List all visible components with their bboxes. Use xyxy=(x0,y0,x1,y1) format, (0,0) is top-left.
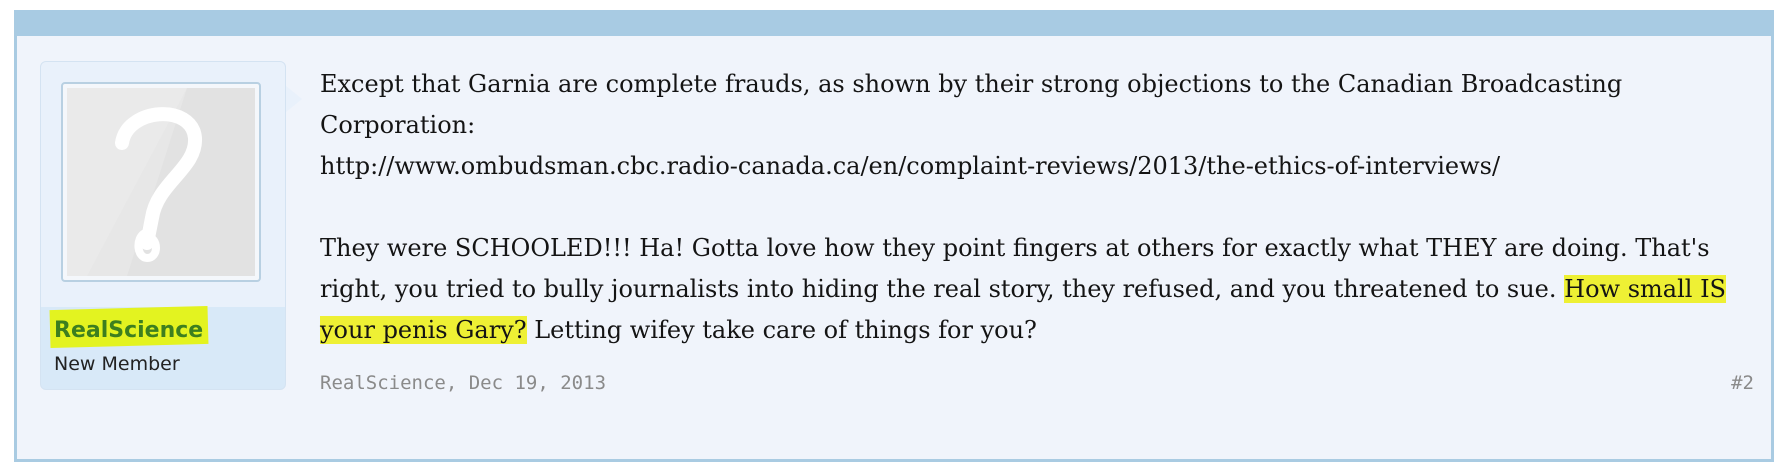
question-mark-avatar-icon xyxy=(67,88,255,276)
user-title: New Member xyxy=(54,353,180,375)
meta-author-link[interactable]: RealScience xyxy=(320,372,446,394)
message-body: Except that Garnia are complete frauds, … xyxy=(320,64,1740,351)
meta-separator: , xyxy=(445,372,469,394)
post-number-link[interactable]: #2 xyxy=(1731,372,1754,394)
username-link[interactable]: RealScience xyxy=(54,318,203,343)
avatar[interactable] xyxy=(61,82,261,282)
message-url[interactable]: http://www.ombudsman.cbc.radio-canada.ca… xyxy=(320,146,1740,187)
meta-date-link[interactable]: Dec 19, 2013 xyxy=(469,372,606,394)
message-para2-text: They were SCHOOLED!!! Ha! Gotta love how… xyxy=(320,234,1710,303)
message-paragraph-2: They were SCHOOLED!!! Ha! Gotta love how… xyxy=(320,228,1740,351)
message-tail-text: Letting wifey take care of things for yo… xyxy=(526,316,1037,344)
message-line-1: Except that Garnia are complete frauds, … xyxy=(320,70,1623,139)
post-meta: RealScience, Dec 19, 2013 xyxy=(320,372,606,394)
speech-arrow xyxy=(286,86,302,112)
